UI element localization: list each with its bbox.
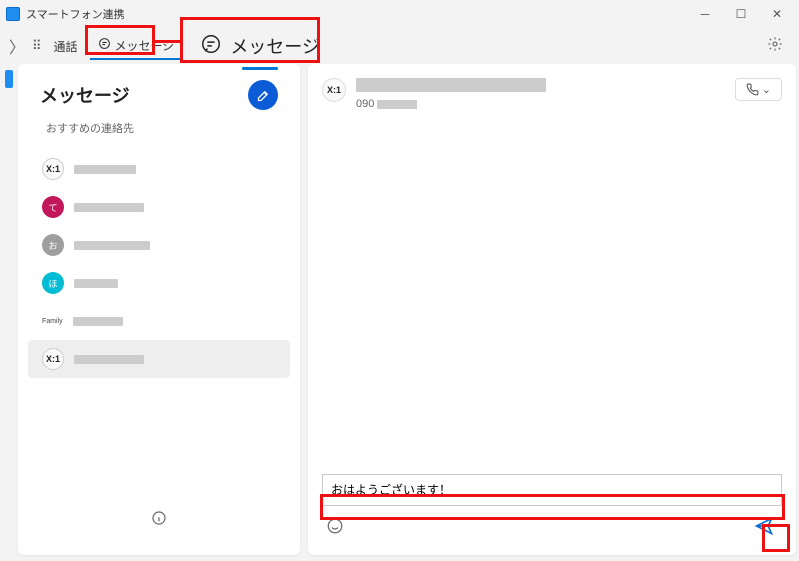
- top-nav: 〉 ⠿ 通話 メッセージ メッセージ: [0, 28, 799, 64]
- contact-phone: 090: [356, 98, 546, 110]
- window-titlebar: スマートフォン連携 ─ ☐ ✕: [0, 0, 799, 28]
- avatar: Family: [42, 310, 63, 332]
- contact-name-redacted: [356, 78, 546, 92]
- device-strip-icon: [5, 70, 13, 88]
- contact-name-redacted: [74, 203, 144, 212]
- avatar: X:1: [42, 348, 64, 370]
- chat-messages-area: [322, 110, 782, 474]
- contact-name-redacted: [74, 165, 136, 174]
- contact-item[interactable]: お: [28, 226, 290, 264]
- contact-item[interactable]: X:1: [28, 340, 290, 378]
- avatar: て: [42, 196, 64, 218]
- chat-avatar: X:1: [322, 78, 346, 102]
- emoji-button[interactable]: [322, 513, 348, 544]
- message-input-wrapper[interactable]: [322, 474, 782, 506]
- sidebar-title: メッセージ: [40, 82, 130, 108]
- tab-messages-small-label: メッセージ: [115, 37, 175, 54]
- tab-messages-big-label: メッセージ: [230, 33, 320, 59]
- avatar: ほ: [42, 272, 64, 294]
- message-icon: [98, 37, 111, 53]
- contact-item[interactable]: ほ: [28, 264, 290, 302]
- back-button[interactable]: 〉: [8, 34, 26, 58]
- send-button[interactable]: [746, 512, 782, 545]
- content-area: メッセージ おすすめの連絡先 X:1 ておほ Family X:1 X:1 090 ⌄: [0, 64, 799, 558]
- contact-name-redacted: [74, 355, 144, 364]
- chevron-down-icon: ⌄: [762, 83, 771, 96]
- contact-name-redacted: [74, 279, 118, 288]
- chat-panel: X:1 090 ⌄: [308, 64, 796, 555]
- message-input[interactable]: [331, 483, 773, 497]
- close-button[interactable]: ✕: [761, 0, 793, 28]
- tab-calls[interactable]: 通話: [48, 34, 84, 59]
- minimize-button[interactable]: ─: [689, 0, 721, 28]
- call-dropdown-button[interactable]: ⌄: [735, 78, 782, 101]
- contact-name-redacted: [73, 317, 123, 326]
- conversation-sidebar: メッセージ おすすめの連絡先 X:1 ておほ Family X:1: [18, 64, 300, 555]
- avatar: X:1: [42, 158, 64, 180]
- info-button[interactable]: [143, 502, 175, 539]
- contact-name-redacted: [74, 241, 150, 250]
- tab-active-indicator: [242, 67, 278, 70]
- tab-messages-big[interactable]: メッセージ: [188, 29, 332, 64]
- tab-messages-small[interactable]: メッセージ: [90, 33, 183, 60]
- chat-header: X:1 090 ⌄: [322, 78, 782, 110]
- contact-item[interactable]: て: [28, 188, 290, 226]
- dialpad-icon[interactable]: ⠿: [32, 38, 42, 54]
- window-title: スマートフォン連携: [26, 6, 689, 22]
- settings-button[interactable]: [767, 36, 783, 57]
- compose-button[interactable]: [248, 80, 278, 110]
- app-icon: [6, 7, 20, 21]
- maximize-button[interactable]: ☐: [725, 0, 757, 28]
- avatar: お: [42, 234, 64, 256]
- message-icon: [200, 33, 222, 60]
- contact-item[interactable]: X:1: [28, 150, 290, 188]
- phone-redacted: [377, 100, 417, 109]
- phone-prefix: 090: [356, 98, 374, 110]
- contact-item[interactable]: Family: [28, 302, 290, 340]
- sidebar-subtitle: おすすめの連絡先: [28, 114, 290, 150]
- contact-list: X:1 ておほ Family X:1: [28, 150, 290, 378]
